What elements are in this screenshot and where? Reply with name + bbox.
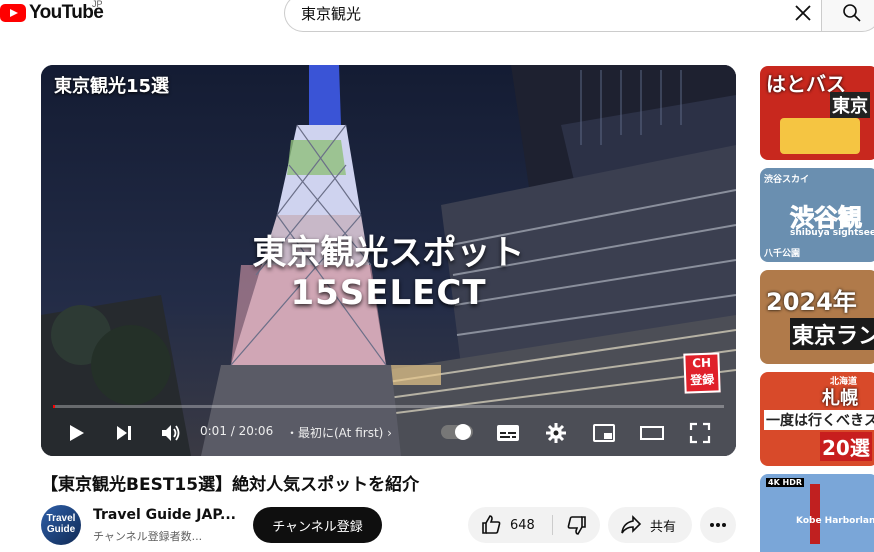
search-input[interactable]: 東京観光: [284, 0, 822, 32]
like-count: 648: [510, 517, 535, 533]
subscriber-count: チャンネル登録者数...: [93, 530, 203, 543]
avatar-line-2: Guide: [46, 524, 76, 535]
next-icon[interactable]: [111, 421, 137, 445]
caption-line-2: 15SELECT: [290, 273, 487, 313]
youtube-play-icon: [0, 4, 26, 22]
theater-mode-icon[interactable]: [639, 421, 665, 445]
miniplayer-icon[interactable]: [591, 421, 617, 445]
channel-name[interactable]: Travel Guide JAP...: [93, 507, 236, 523]
thumbs-down-icon: [567, 516, 586, 535]
volume-icon[interactable]: [157, 421, 185, 445]
related-video-thumbnail[interactable]: はとバス 東京: [760, 66, 874, 160]
search-value: 東京観光: [301, 4, 362, 23]
related-video-thumbnail[interactable]: 北海道 札幌 一度は行くべきス 20選: [760, 372, 874, 466]
search-button[interactable]: [821, 0, 874, 32]
chapter-title[interactable]: ・最初に(At first) ›: [286, 424, 392, 441]
thumb-text: 札幌: [822, 388, 858, 409]
close-icon[interactable]: [788, 0, 818, 26]
subscribe-button[interactable]: チャンネル登録: [253, 507, 382, 543]
like-divider: [552, 515, 553, 535]
like-dislike-bar: 648: [468, 507, 600, 543]
caption-line-1: 東京観光スポット: [252, 233, 525, 273]
like-button[interactable]: 648: [468, 507, 552, 543]
thumb-tower-image: [810, 484, 820, 544]
more-dots-icon: [710, 523, 726, 527]
related-video-thumbnail[interactable]: 2024年 東京ラン: [760, 270, 874, 364]
share-label: 共有: [650, 519, 677, 535]
thumb-text: 渋谷スカイ: [764, 175, 810, 185]
badge-line-2: 登録: [689, 372, 715, 388]
thumb-text: 2024年: [766, 288, 857, 316]
thumb-text: Kobe Harborland S: [796, 516, 874, 526]
player-controls: 0:01 / 20:06 ・最初に(At first) ›: [41, 415, 736, 451]
video-player[interactable]: 東京観光15選 東京観光スポット 15SELECT CH 登録 0:01 / 2…: [41, 65, 736, 456]
share-button[interactable]: 共有: [608, 507, 692, 543]
youtube-logo[interactable]: YouTube: [0, 0, 104, 26]
subtitles-icon[interactable]: [495, 421, 521, 445]
autoplay-knob: [455, 424, 471, 440]
thumb-text: 4K HDR: [766, 478, 805, 487]
overlay-title: 東京観光15選: [54, 76, 170, 97]
thumb-text: 八千公園: [764, 249, 801, 259]
dislike-button[interactable]: [554, 507, 600, 543]
thumb-text: 一度は行くべきス: [764, 410, 874, 430]
autoplay-toggle[interactable]: [441, 424, 473, 440]
video-title: 【東京観光BEST15選】絶対人気スポットを紹介: [41, 475, 420, 495]
thumb-text: 東京ラン: [790, 318, 874, 350]
subscribe-badge[interactable]: CH 登録: [683, 352, 721, 394]
thumb-text: 20選: [820, 432, 872, 461]
share-icon: [621, 515, 642, 534]
avatar-line-1: Travel: [46, 513, 76, 524]
thumb-text: shibuya sightsee: [790, 228, 874, 238]
related-video-thumbnail[interactable]: 4K HDR Kobe Harborland S: [760, 474, 874, 552]
avatar[interactable]: Travel Guide: [41, 505, 81, 545]
progress-fill: [53, 405, 55, 408]
play-icon[interactable]: [63, 421, 89, 445]
related-video-thumbnail[interactable]: 渋谷スカイ 渋谷観 shibuya sightsee 八千公園: [760, 168, 874, 262]
thumb-bus-image: [780, 118, 860, 154]
more-actions-button[interactable]: [700, 507, 736, 543]
fullscreen-icon[interactable]: [687, 421, 713, 445]
thumbs-up-icon: [482, 515, 501, 534]
time-display: 0:01 / 20:06: [200, 424, 274, 438]
badge-line-1: CH: [691, 355, 712, 371]
thumb-text: 東京: [830, 92, 870, 118]
settings-gear-icon[interactable]: [543, 421, 569, 445]
search-icon: [843, 4, 861, 22]
progress-bar[interactable]: [53, 405, 724, 408]
logo-country: JP: [92, 0, 103, 9]
